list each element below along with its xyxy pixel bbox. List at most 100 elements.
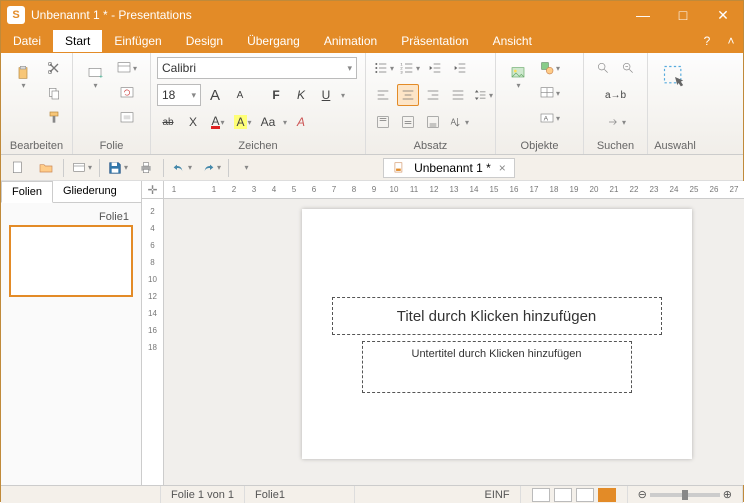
minimize-button[interactable]: — bbox=[623, 1, 663, 29]
clear-format-button[interactable]: A bbox=[290, 111, 312, 133]
qat-new-button[interactable] bbox=[7, 157, 29, 179]
tab-ansicht[interactable]: Ansicht bbox=[481, 30, 544, 52]
line-spacing-button[interactable]: ▾ bbox=[472, 84, 494, 106]
group-edit-label: Bearbeiten bbox=[7, 138, 66, 154]
tab-uebergang[interactable]: Übergang bbox=[235, 30, 312, 52]
document-tab[interactable]: Unbenannt 1 * × bbox=[383, 158, 515, 178]
zoom-button[interactable] bbox=[617, 57, 639, 79]
insert-textbox-button[interactable]: A▾ bbox=[538, 107, 561, 129]
document-tab-close[interactable]: × bbox=[499, 161, 506, 175]
close-button[interactable]: ✕ bbox=[703, 1, 743, 29]
qat-undo-button[interactable]: ▾ bbox=[170, 157, 193, 179]
shrink-font-button[interactable]: A bbox=[229, 84, 251, 106]
view-normal-button[interactable] bbox=[532, 488, 550, 502]
qat-redo-button[interactable]: ▾ bbox=[199, 157, 222, 179]
insert-shape-button[interactable]: ▾ bbox=[538, 57, 561, 79]
find-button[interactable] bbox=[592, 57, 614, 79]
slide-delete-button[interactable] bbox=[115, 107, 138, 129]
italic-button[interactable]: K bbox=[290, 84, 312, 106]
picture-icon bbox=[510, 65, 526, 81]
document-tab-label: Unbenannt 1 * bbox=[414, 161, 491, 175]
tab-datei[interactable]: Datei bbox=[1, 30, 53, 52]
font-color-button[interactable]: A▾ bbox=[207, 111, 229, 133]
tab-outline[interactable]: Gliederung bbox=[53, 181, 127, 202]
subtitle-placeholder[interactable]: Untertitel durch Klicken hinzufügen bbox=[362, 341, 632, 393]
slides-panel: Folien Gliederung Folie1 bbox=[1, 181, 142, 485]
slide-editor: ✛ 11234567891011121314151617181920212223… bbox=[142, 181, 744, 485]
ribbon-collapse-button[interactable]: ˄ bbox=[719, 34, 743, 48]
font-size-combo[interactable]: 18▾ bbox=[157, 84, 201, 106]
tab-praesentation[interactable]: Präsentation bbox=[389, 30, 480, 52]
reset-icon bbox=[119, 85, 135, 101]
slide-reset-button[interactable] bbox=[115, 82, 138, 104]
format-painter-button[interactable] bbox=[43, 107, 65, 129]
qat-new-window-button[interactable]: ▾ bbox=[70, 157, 93, 179]
insert-picture-button[interactable]: ▾ bbox=[502, 57, 534, 97]
view-slideshow-button[interactable] bbox=[598, 488, 616, 502]
qat-customize-button[interactable]: ▾ bbox=[235, 157, 257, 179]
view-outline-button[interactable] bbox=[554, 488, 572, 502]
qat-open-button[interactable] bbox=[35, 157, 57, 179]
align-justify-button[interactable] bbox=[447, 84, 469, 106]
view-sorter-button[interactable] bbox=[576, 488, 594, 502]
ruler-vertical[interactable]: 24681012141618 bbox=[142, 199, 164, 485]
slide-thumbnail-1[interactable] bbox=[9, 225, 133, 297]
slide-layout-button[interactable]: ▾ bbox=[115, 57, 138, 79]
strike-button[interactable]: ab bbox=[157, 111, 179, 133]
title-bar: S Unbenannt 1 * - Presentations — □ ✕ bbox=[1, 1, 743, 29]
align-right-button[interactable] bbox=[422, 84, 444, 106]
zoom-in-button[interactable]: ⊕ bbox=[723, 488, 732, 501]
zoom-out-button[interactable]: ⊖ bbox=[638, 488, 647, 501]
highlight-button[interactable]: A▾ bbox=[232, 111, 254, 133]
maximize-button[interactable]: □ bbox=[663, 1, 703, 29]
cut-button[interactable] bbox=[43, 57, 65, 79]
tab-design[interactable]: Design bbox=[174, 30, 235, 52]
goto-button[interactable]: ▾ bbox=[604, 111, 627, 133]
valign-bot-button[interactable] bbox=[422, 111, 444, 133]
ruler-horizontal[interactable]: 1123456789101112131415161718192021222324… bbox=[164, 181, 744, 199]
insert-table-button[interactable]: ▾ bbox=[538, 82, 561, 104]
zoom-slider[interactable] bbox=[650, 493, 720, 497]
tab-slides-thumbnails[interactable]: Folien bbox=[1, 181, 53, 203]
align-left-button[interactable] bbox=[372, 84, 394, 106]
new-slide-button[interactable]: +▾ bbox=[79, 57, 111, 97]
change-case-button[interactable]: Aa bbox=[257, 111, 279, 133]
outdent-button[interactable] bbox=[424, 57, 446, 79]
grow-font-button[interactable]: A bbox=[204, 84, 226, 106]
tab-animation[interactable]: Animation bbox=[312, 30, 389, 52]
layout-icon bbox=[116, 60, 132, 76]
indent-button[interactable] bbox=[449, 57, 471, 79]
subscript-button[interactable]: X bbox=[182, 111, 204, 133]
numbering-button[interactable]: 123▾ bbox=[398, 57, 421, 79]
bold-button[interactable]: F bbox=[265, 84, 287, 106]
bullets-button[interactable]: ▾ bbox=[372, 57, 395, 79]
paste-button[interactable]: ▾ bbox=[7, 57, 39, 97]
svg-text:A: A bbox=[544, 116, 549, 123]
select-button[interactable] bbox=[659, 57, 691, 97]
scissors-icon bbox=[46, 60, 62, 76]
bullets-icon bbox=[373, 60, 389, 76]
qat-save-button[interactable]: ▾ bbox=[106, 157, 129, 179]
table-icon bbox=[539, 85, 555, 101]
font-name-combo[interactable]: Calibri▾ bbox=[157, 57, 357, 79]
title-placeholder[interactable]: Titel durch Klicken hinzufügen bbox=[332, 297, 662, 335]
copy-button[interactable] bbox=[43, 82, 65, 104]
textbox-icon: A bbox=[539, 110, 555, 126]
group-font-label: Zeichen bbox=[157, 138, 359, 154]
align-center-button[interactable] bbox=[397, 84, 419, 106]
tab-einfuegen[interactable]: Einfügen bbox=[102, 30, 173, 52]
slide-canvas[interactable]: Titel durch Klicken hinzufügen Untertite… bbox=[302, 209, 692, 459]
status-insert-mode[interactable]: EINF bbox=[475, 486, 521, 503]
underline-button[interactable]: U bbox=[315, 84, 337, 106]
valign-top-button[interactable] bbox=[372, 111, 394, 133]
align-right-icon bbox=[425, 87, 441, 103]
tab-start[interactable]: Start bbox=[53, 30, 102, 52]
qat-print-button[interactable] bbox=[135, 157, 157, 179]
ruler-crosshair-icon[interactable]: ✛ bbox=[142, 181, 164, 199]
app-icon: S bbox=[7, 6, 25, 24]
text-direction-button[interactable]: A▾ bbox=[447, 111, 470, 133]
replace-button[interactable]: a→b bbox=[596, 84, 636, 106]
help-button[interactable]: ? bbox=[695, 34, 719, 48]
valign-mid-button[interactable] bbox=[397, 111, 419, 133]
group-objects-label: Objekte bbox=[502, 138, 577, 154]
